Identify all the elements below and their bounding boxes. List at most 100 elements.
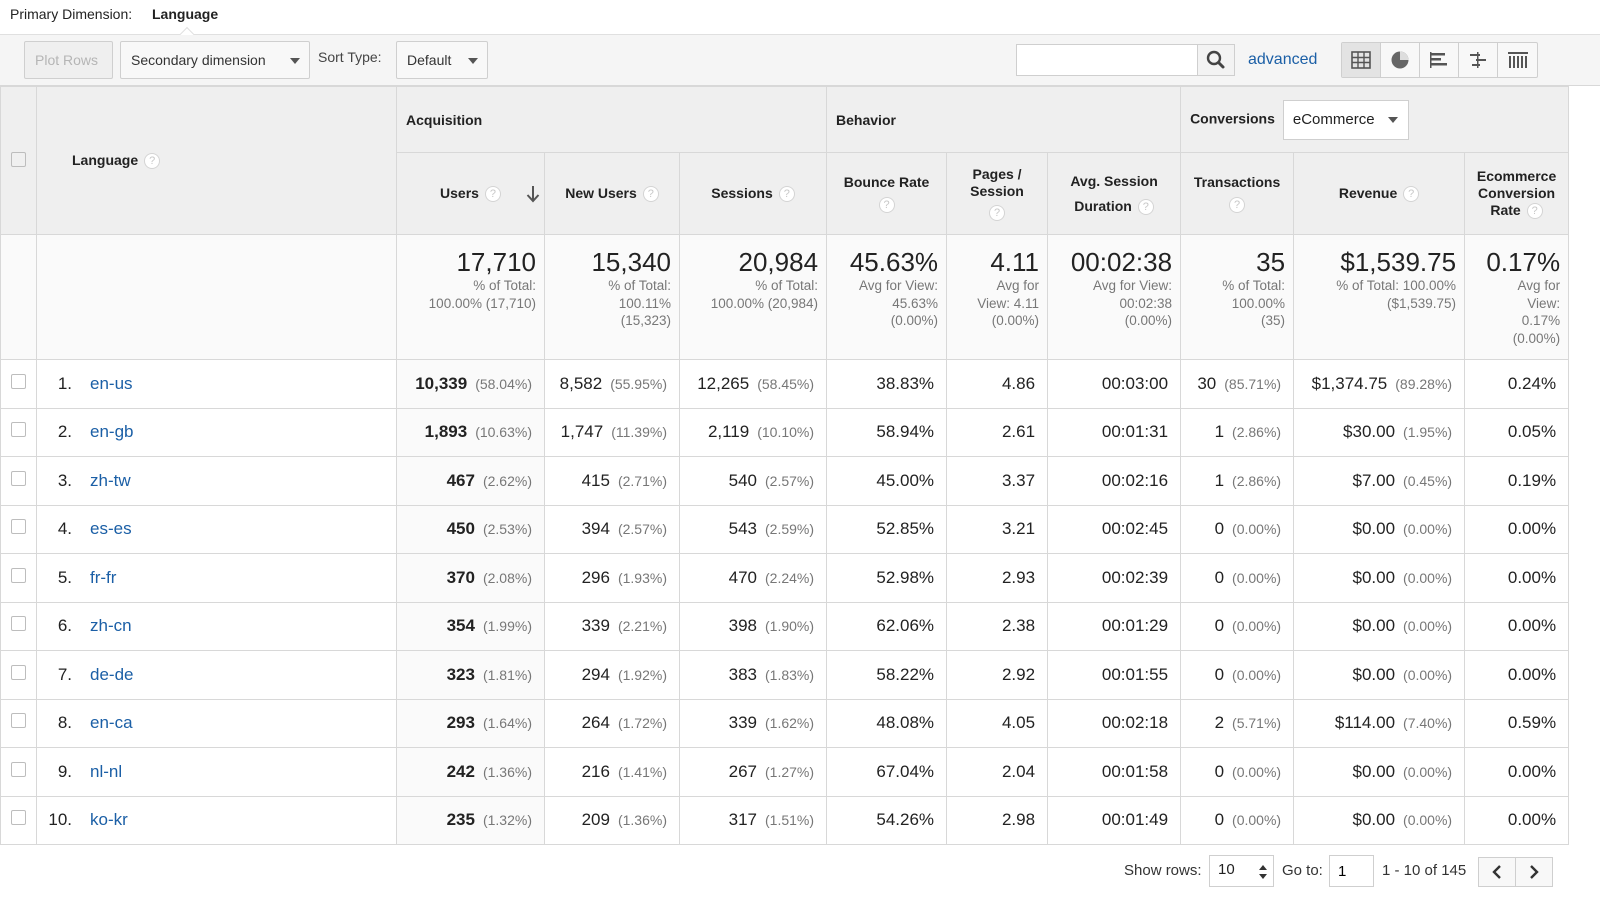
sessions-value: 540 [728,470,757,490]
table-row: 7. de-de 323 (1.81%) 294 (1.92%) 383 (1.83%)… [0,650,1570,700]
language-link[interactable]: es-es [90,519,132,538]
col-revenue-header[interactable]: Revenue? [1293,152,1466,235]
table-view-button[interactable] [1342,43,1381,77]
row-checkbox[interactable] [11,519,26,535]
goto-page-input[interactable] [1329,855,1374,887]
sessions-pct: (1.90%) [765,618,815,635]
row-checkbox[interactable] [11,567,26,583]
next-page-button[interactable] [1516,858,1552,886]
revenue-value: $0.00 [1352,519,1396,539]
sessions-pct: (1.27%) [765,763,815,780]
report-table: Language? Acquisition Behavior Conversio… [0,86,1570,845]
row-rank: 6. [57,616,72,636]
users-pct: (1.81%) [482,666,532,683]
search-button[interactable] [1197,44,1235,76]
language-link[interactable]: ko-kr [90,810,128,829]
row-checkbox[interactable] [11,616,26,632]
previous-page-button[interactable] [1479,858,1516,886]
total-pages-session: 4.11 Avg for View: 4.11 (0.00%) [946,234,1049,360]
language-link[interactable]: en-gb [90,422,133,441]
row-revenue: $114.00 (7.40%) [1293,698,1466,748]
language-link[interactable]: nl-nl [90,762,122,781]
sort-descending-icon [526,186,540,203]
row-dimension-cell: 7. de-de [36,650,397,700]
total-users: 17,710% of Total: 100.00% (17,710) [396,234,545,360]
col-sessions-header[interactable]: Sessions? [678,152,828,235]
conversion-type-dropdown[interactable]: eCommerce [1282,99,1409,140]
help-icon[interactable]: ? [1403,186,1420,203]
table-search-input[interactable] [1016,44,1198,76]
revenue-pct: (0.00%) [1403,618,1453,635]
row-transactions: 1 (2.86%) [1180,456,1295,506]
col-pages-session-label: Pages / Session [970,165,1024,199]
col-new-users-header[interactable]: New Users? [544,152,680,235]
help-icon[interactable]: ? [1526,203,1543,220]
table-row: 2. en-gb 1,893 (10.63%) 1,747 (11.39%) 2,11… [0,407,1570,457]
row-rank: 10. [48,810,72,830]
transactions-pct: (5.71%) [1232,715,1282,732]
language-link[interactable]: en-us [90,374,133,393]
row-checkbox[interactable] [11,422,26,438]
row-avg-duration: 00:03:00 [1047,359,1182,409]
bar-list-icon [1430,52,1447,68]
performance-view-button[interactable] [1420,43,1459,77]
row-checkbox[interactable] [11,664,26,680]
row-dimension-cell: 4. es-es [36,504,397,554]
language-link[interactable]: zh-tw [90,471,131,490]
row-new-users: 415 (2.71%) [544,456,680,506]
help-icon[interactable]: ? [778,186,795,203]
users-value: 450 [446,519,475,539]
search-icon [1206,50,1225,69]
pivot-view-button[interactable] [1498,43,1537,77]
revenue-pct: (89.28%) [1395,375,1453,392]
dimension-header[interactable]: Language? [36,86,397,235]
table-row: 9. nl-nl 242 (1.36%) 216 (1.41%) 267 (1.27%)… [0,747,1570,797]
plot-rows-button[interactable]: Plot Rows [24,41,113,79]
dimension-header-label: Language [72,151,139,168]
language-link[interactable]: zh-cn [90,616,132,635]
row-checkbox[interactable] [11,470,26,486]
users-pct: (10.63%) [475,424,532,441]
language-link[interactable]: de-de [90,665,133,684]
language-link[interactable]: en-ca [90,713,133,732]
row-checkbox[interactable] [11,761,26,777]
row-checkbox[interactable] [11,373,26,389]
help-icon[interactable]: ? [484,186,501,203]
help-icon[interactable]: ? [878,197,895,214]
row-rank: 5. [57,567,72,587]
row-checkbox-cell [0,407,37,457]
secondary-dimension-dropdown[interactable]: Secondary dimension [120,41,310,79]
row-bounce-rate: 45.00% [826,456,948,506]
transactions-value: 0 [1214,810,1225,830]
col-conversion-rate-header[interactable]: Ecommerce Conversion Rate? [1464,152,1570,235]
col-transactions-header[interactable]: Transactions? [1180,152,1295,235]
col-bounce-rate-header[interactable]: Bounce Rate? [826,152,948,235]
help-icon[interactable]: ? [144,153,161,170]
users-value: 323 [446,664,475,684]
col-avg-duration-header[interactable]: Avg. Session Duration? [1047,152,1182,235]
revenue-value: $1,374.75 [1311,373,1388,393]
help-icon[interactable]: ? [642,186,659,203]
row-revenue: $0.00 (0.00%) [1293,601,1466,651]
pie-view-button[interactable] [1381,43,1420,77]
col-users-header[interactable]: Users? [396,152,545,235]
row-transactions: 0 (0.00%) [1180,795,1295,845]
row-users: 450 (2.53%) [396,504,545,554]
col-pages-session-header[interactable]: Pages / Session? [946,152,1049,235]
row-revenue: $0.00 (0.00%) [1293,504,1466,554]
help-icon[interactable]: ? [1137,198,1154,215]
total-transactions: 35% of Total: 100.00% (35) [1180,234,1295,360]
language-link[interactable]: fr-fr [90,568,116,587]
primary-dimension-value[interactable]: Language [152,6,218,22]
select-all-checkbox[interactable] [11,151,26,167]
acquisition-group-header: Acquisition [395,86,828,153]
row-checkbox[interactable] [11,713,26,729]
help-icon[interactable]: ? [989,205,1006,222]
show-rows-select[interactable]: 10 [1209,855,1274,887]
row-checkbox[interactable] [11,810,26,826]
row-dimension-cell: 3. zh-tw [36,456,397,506]
comparison-view-button[interactable] [1459,43,1498,77]
sort-type-dropdown[interactable]: Default [396,41,488,79]
advanced-filter-link[interactable]: advanced [1248,51,1317,69]
help-icon[interactable]: ? [1229,197,1246,214]
